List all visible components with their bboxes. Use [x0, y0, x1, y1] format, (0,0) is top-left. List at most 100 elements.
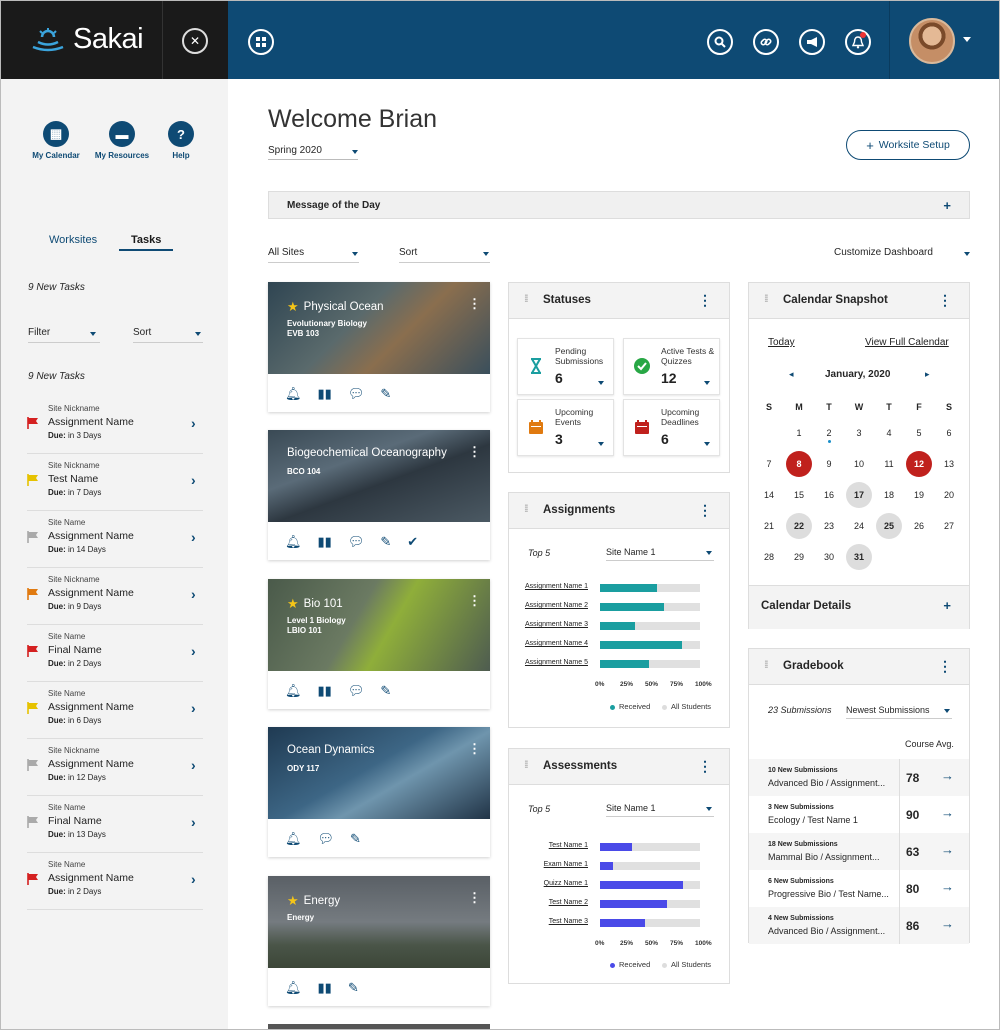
- chevron-right-icon[interactable]: ›: [191, 472, 196, 488]
- chat-icon[interactable]: 💬︎: [318, 831, 335, 847]
- chevron-right-icon[interactable]: ›: [191, 586, 196, 602]
- gradebook-sort-select[interactable]: Newest Submissions: [846, 705, 952, 719]
- book-icon[interactable]: ▮▮: [318, 386, 332, 402]
- calendar-day[interactable]: 8: [786, 451, 812, 477]
- arrow-right-icon[interactable]: →: [941, 805, 954, 820]
- status-upcoming-deadlines[interactable]: Upcoming Deadlines 6: [623, 399, 720, 456]
- next-month-arrow-icon[interactable]: ▸: [925, 369, 930, 380]
- chevron-right-icon[interactable]: ›: [191, 757, 196, 773]
- site-card-bio-101[interactable]: ★ Bio 101 Level 1 Biology LBIO 101 ⋮ 🔔︎ ▮▮ 💬…: [268, 579, 490, 709]
- book-icon[interactable]: ▮▮: [318, 534, 332, 550]
- calendar-day[interactable]: 23: [816, 513, 842, 539]
- bar-label[interactable]: Assignment Name 1: [520, 583, 588, 590]
- quick-link-my-calendar[interactable]: ▦ My Calendar: [21, 121, 91, 160]
- calendar-day[interactable]: 3: [846, 420, 872, 446]
- bar[interactable]: [600, 622, 635, 630]
- pencil-icon[interactable]: ✎: [380, 534, 391, 550]
- chevron-down-icon[interactable]: [963, 37, 971, 42]
- calendar-details-bar[interactable]: Calendar Details +: [749, 585, 969, 629]
- bell-icon[interactable]: 🔔︎: [285, 831, 302, 847]
- calendar-day[interactable]: 25: [876, 513, 902, 539]
- calendar-day[interactable]: 20: [936, 482, 962, 508]
- sites-sort-dropdown[interactable]: Sort: [399, 247, 490, 263]
- filter-dropdown[interactable]: Filter: [28, 327, 100, 343]
- kebab-menu-icon[interactable]: ⋮: [698, 502, 712, 519]
- term-dropdown[interactable]: Spring 2020: [268, 145, 358, 160]
- close-sidebar-button[interactable]: ✕: [182, 28, 208, 54]
- kebab-menu-icon[interactable]: ⋮: [698, 292, 712, 309]
- site-card-physical-ocean[interactable]: ★ Physical Ocean Evolutionary Biology EVB …: [268, 282, 490, 412]
- task-item[interactable]: Site Nickname Assignment Name Due: in 9 Da…: [27, 568, 203, 625]
- bell-icon[interactable]: 🔔︎: [285, 980, 302, 996]
- kebab-menu-icon[interactable]: ⋮: [468, 890, 481, 906]
- bar-label[interactable]: Assignment Name 2: [520, 602, 588, 609]
- calendar-day[interactable]: 1: [786, 420, 812, 446]
- calendar-day[interactable]: 21: [756, 513, 782, 539]
- bar[interactable]: [600, 843, 632, 851]
- bar-label[interactable]: Test Name 3: [520, 918, 588, 925]
- calendar-day[interactable]: 29: [786, 544, 812, 570]
- pencil-icon[interactable]: ✎: [380, 386, 391, 402]
- book-icon[interactable]: ▮▮: [318, 683, 332, 699]
- star-icon[interactable]: ★: [287, 893, 299, 909]
- announcements-button[interactable]: [799, 29, 825, 55]
- sakai-logo[interactable]: Sakai: [29, 23, 144, 56]
- kebab-menu-icon[interactable]: ⋮: [938, 658, 952, 675]
- star-icon[interactable]: ★: [287, 596, 299, 612]
- bar[interactable]: [600, 603, 664, 611]
- tab-tasks[interactable]: Tasks: [119, 234, 174, 251]
- chat-icon[interactable]: 💬︎: [348, 534, 365, 550]
- links-button[interactable]: [753, 29, 779, 55]
- status-pending-submissions[interactable]: Pending Submissions 6: [517, 338, 614, 395]
- gradebook-row[interactable]: 10 New Submissions Advanced Bio / Assignm…: [749, 759, 969, 796]
- calendar-day[interactable]: 14: [756, 482, 782, 508]
- message-of-the-day-bar[interactable]: Message of the Day +: [268, 191, 970, 219]
- arrow-right-icon[interactable]: →: [941, 768, 954, 783]
- worksite-setup-button[interactable]: + Worksite Setup: [846, 130, 970, 160]
- star-icon[interactable]: ★: [287, 299, 299, 315]
- drag-handle-icon[interactable]: ⁞⁞: [764, 660, 768, 671]
- kebab-menu-icon[interactable]: ⋮: [468, 593, 481, 609]
- calendar-day[interactable]: 30: [816, 544, 842, 570]
- calendar-day[interactable]: 4: [876, 420, 902, 446]
- bar[interactable]: [600, 584, 657, 592]
- calendar-day[interactable]: 26: [906, 513, 932, 539]
- site-card-biogeochemical-oceanography[interactable]: Biogeochemical Oceanography BCO 104 ⋮ 🔔︎…: [268, 430, 490, 560]
- calendar-day[interactable]: 2: [816, 420, 842, 446]
- calendar-day[interactable]: 11: [876, 451, 902, 477]
- task-item[interactable]: Site Name Assignment Name Due: in 2 Days ›: [27, 853, 203, 910]
- bell-icon[interactable]: 🔔︎: [285, 534, 302, 550]
- calendar-day[interactable]: 24: [846, 513, 872, 539]
- chat-icon[interactable]: 💬︎: [348, 683, 365, 699]
- tab-worksites[interactable]: Worksites: [49, 234, 97, 246]
- pencil-icon[interactable]: ✎: [348, 980, 359, 996]
- bar[interactable]: [600, 919, 645, 927]
- task-item[interactable]: Site Name Assignment Name Due: in 6 Days ›: [27, 682, 203, 739]
- bar-label[interactable]: Test Name 2: [520, 899, 588, 906]
- bar[interactable]: [600, 660, 649, 668]
- kebab-menu-icon[interactable]: ⋮: [698, 758, 712, 775]
- gradebook-row[interactable]: 18 New Submissions Mammal Bio / Assignmen…: [749, 833, 969, 870]
- chevron-right-icon[interactable]: ›: [191, 643, 196, 659]
- task-item[interactable]: Site Nickname Assignment Name Due: in 3 Da…: [27, 397, 203, 454]
- expand-plus-icon[interactable]: +: [943, 598, 951, 613]
- task-item[interactable]: Site Name Final Name Due: in 2 Days ›: [27, 625, 203, 682]
- drag-handle-icon[interactable]: ⁞⁞: [764, 294, 768, 305]
- bar-label[interactable]: Exam Name 1: [520, 861, 588, 868]
- site-select[interactable]: Site Name 1: [606, 547, 714, 561]
- calendar-day[interactable]: 15: [786, 482, 812, 508]
- calendar-day[interactable]: 6: [936, 420, 962, 446]
- bell-icon[interactable]: 🔔︎: [285, 683, 302, 699]
- pencil-icon[interactable]: ✎: [350, 831, 361, 847]
- kebab-menu-icon[interactable]: ⋮: [468, 741, 481, 757]
- calendar-day[interactable]: 9: [816, 451, 842, 477]
- chevron-right-icon[interactable]: ›: [191, 871, 196, 887]
- verified-check-icon[interactable]: ✔: [407, 534, 418, 550]
- task-item[interactable]: Site Nickname Test Name Due: in 7 Days ›: [27, 454, 203, 511]
- arrow-right-icon[interactable]: →: [941, 879, 954, 894]
- gradebook-row[interactable]: 3 New Submissions Ecology / Test Name 1 90…: [749, 796, 969, 833]
- bar-label[interactable]: Quizz Name 1: [520, 880, 588, 887]
- drag-handle-icon[interactable]: ⁞⁞: [524, 294, 528, 305]
- apps-button[interactable]: [248, 29, 274, 55]
- calendar-day[interactable]: 17: [846, 482, 872, 508]
